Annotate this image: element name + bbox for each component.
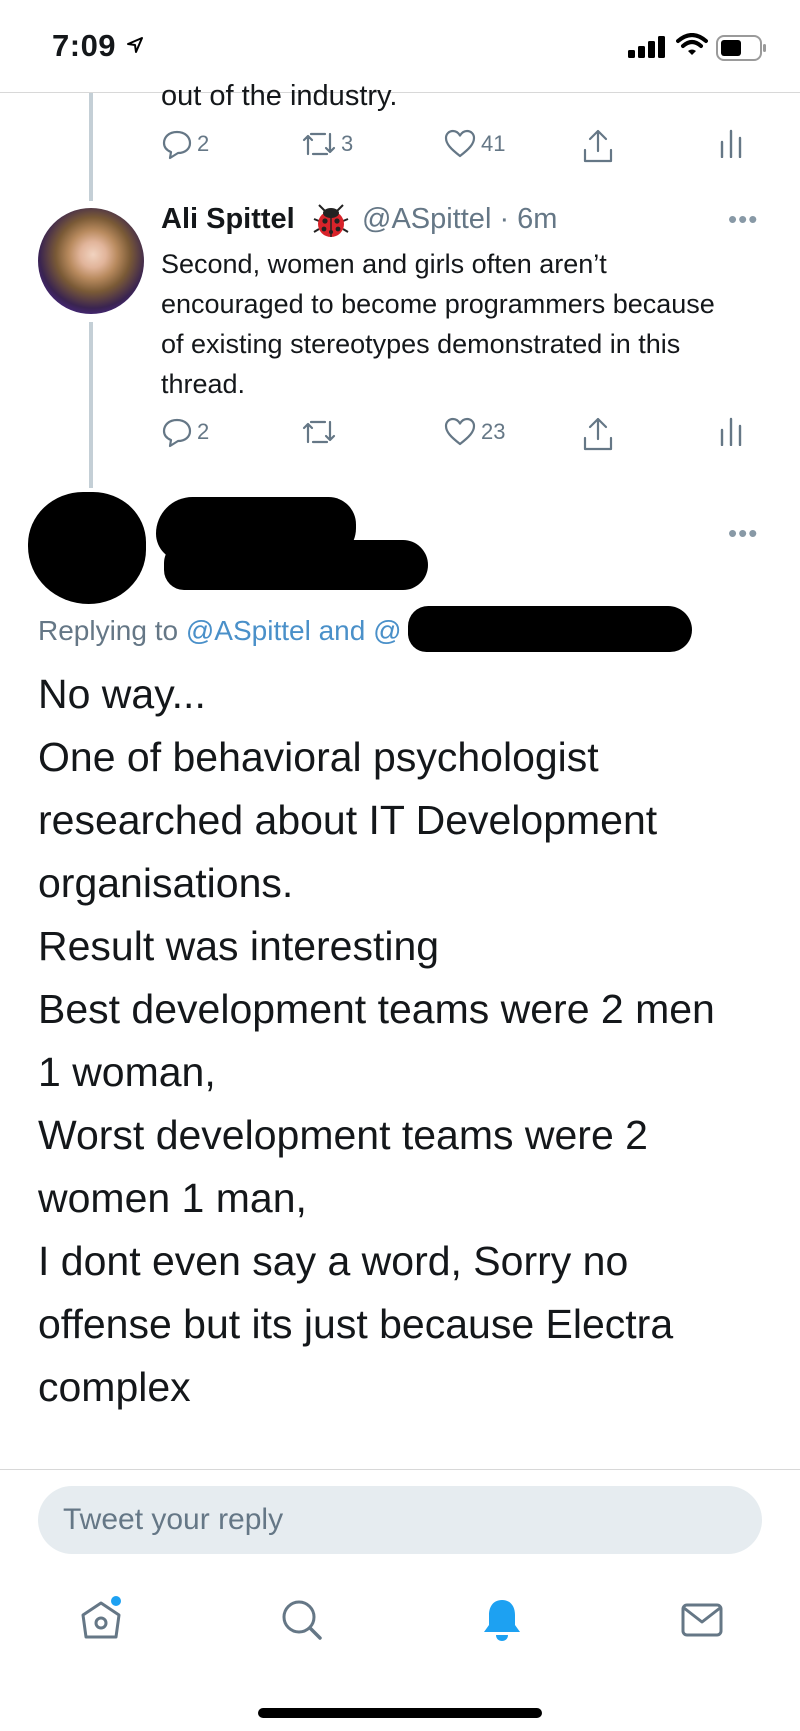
reply-text-line: I dont even say a word, Sorry no [38, 1238, 629, 1284]
analytics-button[interactable] [719, 416, 743, 446]
tweet-text: Second, women and girls often aren’t enc… [161, 249, 715, 399]
replying-to: Replying to @ASpittel and @ [38, 615, 402, 647]
like-button[interactable]: 41 [443, 128, 505, 160]
reply-placeholder: Tweet your reply [63, 1503, 284, 1536]
replying-mention-link[interactable]: @ASpittel and @ [186, 615, 402, 646]
reply-count: 2 [197, 131, 210, 156]
like-button[interactable]: 23 [443, 416, 505, 448]
tab-search[interactable] [279, 1595, 325, 1648]
tab-home[interactable] [78, 1595, 124, 1648]
ladybug-emoji-icon [313, 204, 349, 237]
more-icon[interactable]: ••• [728, 518, 758, 549]
like-icon [444, 417, 476, 446]
reply-text-line: women 1 man, [38, 1175, 307, 1221]
thread-line [89, 93, 93, 201]
reply-text-line: One of behavioral psychologist [38, 734, 599, 780]
battery-icon [716, 35, 766, 61]
analytics-icon [720, 417, 742, 446]
reply-text-line: researched about IT Development [38, 797, 658, 843]
retweet-button[interactable] [301, 416, 341, 448]
tweet-author-name[interactable]: Ali Spittel [161, 203, 295, 236]
redacted-mention [408, 606, 692, 652]
share-button[interactable] [581, 128, 615, 164]
reply-count: 2 [197, 419, 210, 444]
reply-icon [162, 130, 192, 160]
thread-line [89, 322, 93, 488]
tweet-handle-time[interactable]: @ASpittel · 6m [362, 203, 557, 236]
reply-input[interactable]: Tweet your reply [38, 1486, 762, 1554]
retweet-icon [302, 420, 336, 444]
composer-divider [0, 1469, 800, 1470]
reply-text-line: No way... [38, 671, 206, 717]
messages-icon [681, 1603, 723, 1637]
share-icon [583, 417, 613, 451]
cellular-signal-icon [628, 36, 665, 58]
like-count: 41 [481, 131, 506, 156]
reply-button[interactable]: 2 [161, 416, 209, 448]
reply-text-line: offense but its just because Electra [38, 1301, 674, 1347]
reply-text-line: Best development teams were 2 men [38, 986, 715, 1032]
home-indicator[interactable] [258, 1708, 542, 1718]
status-time: 7:09 [52, 28, 117, 63]
reply-button[interactable]: 2 [161, 128, 209, 160]
previous-tweet-actions: 2 3 41 [161, 128, 761, 168]
retweet-count: 3 [341, 131, 354, 156]
search-icon [282, 1600, 322, 1640]
share-button[interactable] [581, 416, 615, 452]
location-arrow-icon [127, 37, 143, 53]
previous-tweet-text: out of the industry. [161, 80, 398, 112]
reply-text-line: organisations. [38, 860, 294, 906]
wifi-icon [676, 33, 708, 55]
tweet-actions: 2 23 [161, 416, 761, 456]
redacted-handle [164, 540, 428, 590]
status-divider [0, 92, 800, 93]
reply-icon [162, 418, 192, 448]
tab-messages[interactable] [679, 1595, 725, 1648]
reply-text-line: Result was interesting [38, 923, 440, 969]
reply-text: No way... One of behavioral psychologist… [38, 663, 758, 1419]
reply-text-line: 1 woman, [38, 1049, 216, 1095]
tab-notifications[interactable] [479, 1595, 525, 1648]
replying-prefix: Replying to [38, 615, 186, 646]
like-count: 23 [481, 419, 506, 444]
retweet-icon [302, 132, 336, 156]
reply-text-line: Worst development teams were 2 [38, 1112, 648, 1158]
analytics-button[interactable] [719, 128, 743, 158]
share-icon [583, 129, 613, 163]
retweet-button[interactable]: 3 [301, 128, 353, 160]
analytics-icon [720, 129, 742, 158]
reply-text-line: complex [38, 1364, 191, 1410]
home-icon [81, 1596, 121, 1639]
like-icon [444, 129, 476, 158]
more-icon[interactable]: ••• [728, 204, 758, 235]
avatar[interactable] [38, 208, 144, 314]
redacted-avatar [28, 492, 146, 604]
notifications-icon [484, 1600, 520, 1641]
